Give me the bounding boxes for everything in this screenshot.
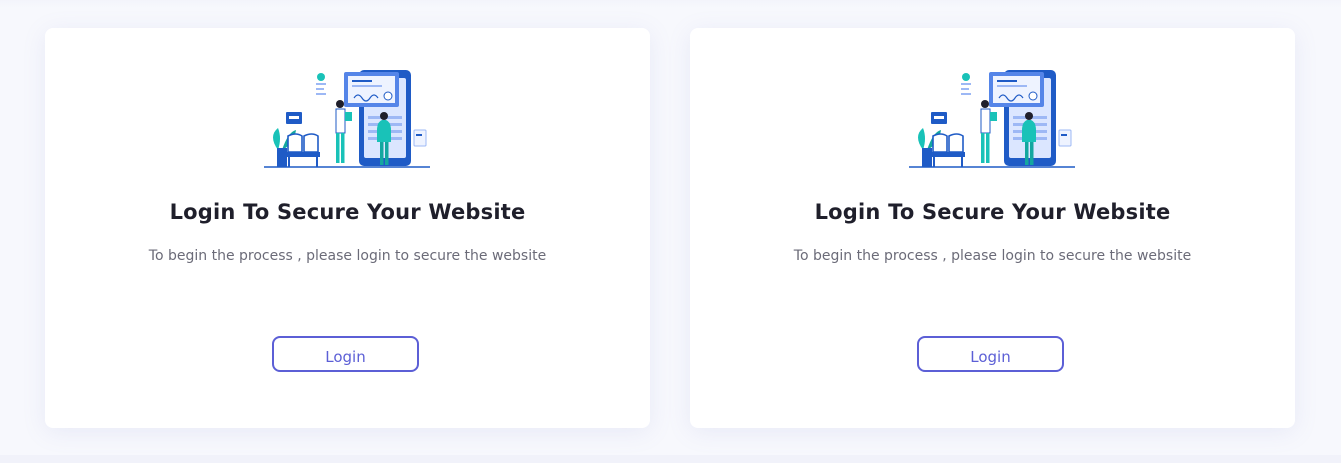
card-title: Login To Secure Your Website xyxy=(169,200,526,224)
login-card-2: Login To Secure Your Website To begin th… xyxy=(690,28,1295,428)
login-button[interactable]: Login xyxy=(272,336,419,372)
login-card-1: Login To Secure Your Website To begin th… xyxy=(45,28,650,428)
card-subtitle: To begin the process , please login to s… xyxy=(148,248,547,264)
top-strip xyxy=(0,0,1341,8)
bottom-strip xyxy=(0,455,1341,463)
card-subtitle: To begin the process , please login to s… xyxy=(793,248,1192,264)
card-title: Login To Secure Your Website xyxy=(814,200,1171,224)
secure-login-illustration-icon xyxy=(909,70,1075,168)
secure-login-illustration-icon xyxy=(264,70,430,168)
login-button[interactable]: Login xyxy=(917,336,1064,372)
